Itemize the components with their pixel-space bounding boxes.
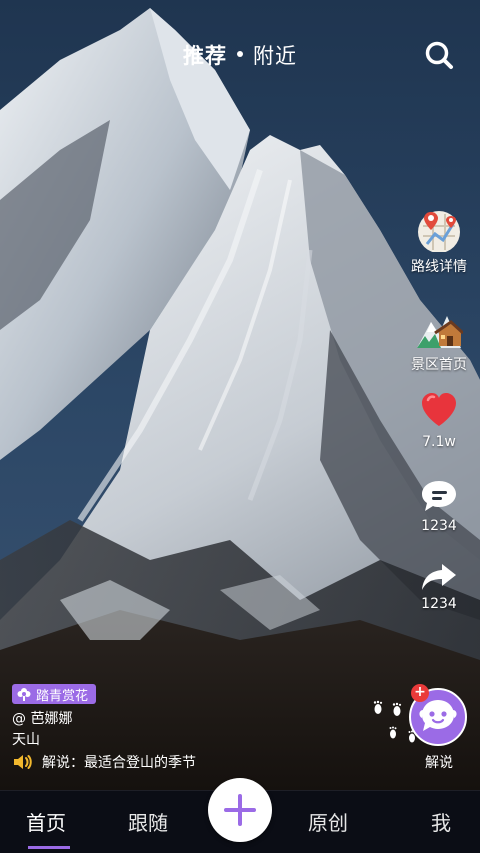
tab-recommend[interactable]: 推荐 [183,44,227,68]
route-map-icon [418,211,460,252]
like-button[interactable]: 7.1w [404,390,474,450]
scenic-house-icon [417,316,463,348]
author-handle[interactable]: @ 芭娜娜 [12,708,72,728]
comment-button[interactable]: 1234 [404,478,474,534]
route-details-label: 路线详情 [411,259,467,275]
nav-original[interactable]: 原创 [308,807,348,836]
share-arrow-icon [422,564,456,590]
create-post-button[interactable] [208,778,272,842]
like-count: 7.1w [422,434,456,450]
share-button[interactable]: 1234 [404,562,474,612]
narration-row[interactable]: 解说：最适合登山的季节 [12,752,196,772]
video-feed-screen: 推荐 附近 路线详情 景区首页 7.1w 1234 1234 踏青赏花 @ 芭娜… [0,0,480,853]
comment-count: 1234 [421,518,457,534]
plus-icon [224,794,256,826]
nav-me[interactable]: 我 [431,807,451,836]
search-icon[interactable] [424,40,454,70]
nav-home[interactable]: 首页 [26,807,66,836]
speaker-icon [14,755,32,769]
feed-tabs: 推荐 附近 [0,40,480,70]
scenic-home-label: 景区首页 [411,357,467,373]
top-bar: 推荐 附近 [0,38,480,74]
tab-separator-dot [237,51,243,57]
nav-active-indicator [28,846,70,849]
tab-nearby[interactable]: 附近 [253,44,297,68]
flower-icon [17,688,31,701]
topic-tag-label: 踏青赏花 [36,688,89,704]
nav-follow[interactable]: 跟随 [128,807,168,836]
narration-text: 解说：最适合登山的季节 [42,755,196,771]
heart-icon [422,393,456,426]
narrator-label: 解说 [425,755,453,771]
route-details-button[interactable]: 路线详情 [404,204,474,276]
topic-tag[interactable]: 踏青赏花 [12,684,97,704]
comment-bubble-icon [422,481,456,511]
share-count: 1234 [421,596,457,612]
scenic-home-button[interactable]: 景区首页 [404,302,474,374]
location-name[interactable]: 天山 [12,729,40,749]
narrator-follow-badge[interactable]: + [411,684,429,702]
